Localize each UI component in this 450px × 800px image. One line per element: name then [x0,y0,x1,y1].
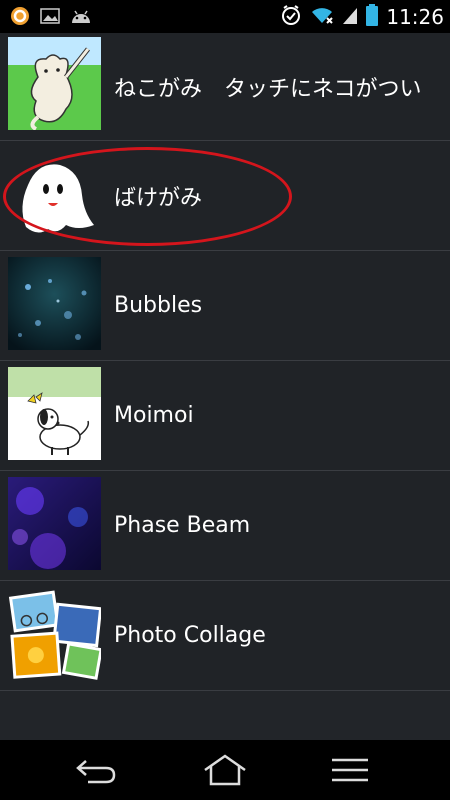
battery-icon [366,4,379,30]
list-item-label: ばけがみ [114,185,203,211]
android-icon [70,7,92,29]
list-item[interactable]: Phase Beam [0,471,450,581]
list-item-label: Phase Beam [114,513,251,538]
navigation-bar [0,740,450,800]
image-icon [40,7,60,29]
live-wallpaper-list: ねこがみ タッチにネコがつい ばけがみ Bubbles Moimoi Phase… [0,33,450,691]
status-bar: 11:26 [0,0,450,33]
list-item[interactable]: ねこがみ タッチにネコがつい [0,33,450,141]
list-item[interactable]: ばけがみ [0,141,450,251]
menu-icon[interactable] [320,750,380,790]
alarm-icon [280,4,302,30]
home-icon[interactable] [195,750,255,790]
list-item-label: Moimoi [114,403,194,428]
bubbles-thumbnail [8,257,101,350]
list-item-label: ねこがみ タッチにネコがつい [114,76,422,102]
cat-thumbnail [8,37,101,130]
notification-circle-icon [10,6,30,30]
list-item[interactable]: Bubbles [0,251,450,361]
back-icon[interactable] [66,750,126,790]
photo-collage-thumbnail [8,587,101,680]
dog-thumbnail [8,367,101,460]
list-item[interactable]: Photo Collage [0,581,450,691]
signal-icon [342,5,358,29]
ghost-thumbnail [8,147,101,240]
list-item[interactable]: Moimoi [0,361,450,471]
status-clock: 11:26 [386,5,444,29]
phase-beam-thumbnail [8,477,101,570]
wifi-icon [310,5,334,29]
list-item-label: Photo Collage [114,623,266,648]
list-item-label: Bubbles [114,293,203,318]
